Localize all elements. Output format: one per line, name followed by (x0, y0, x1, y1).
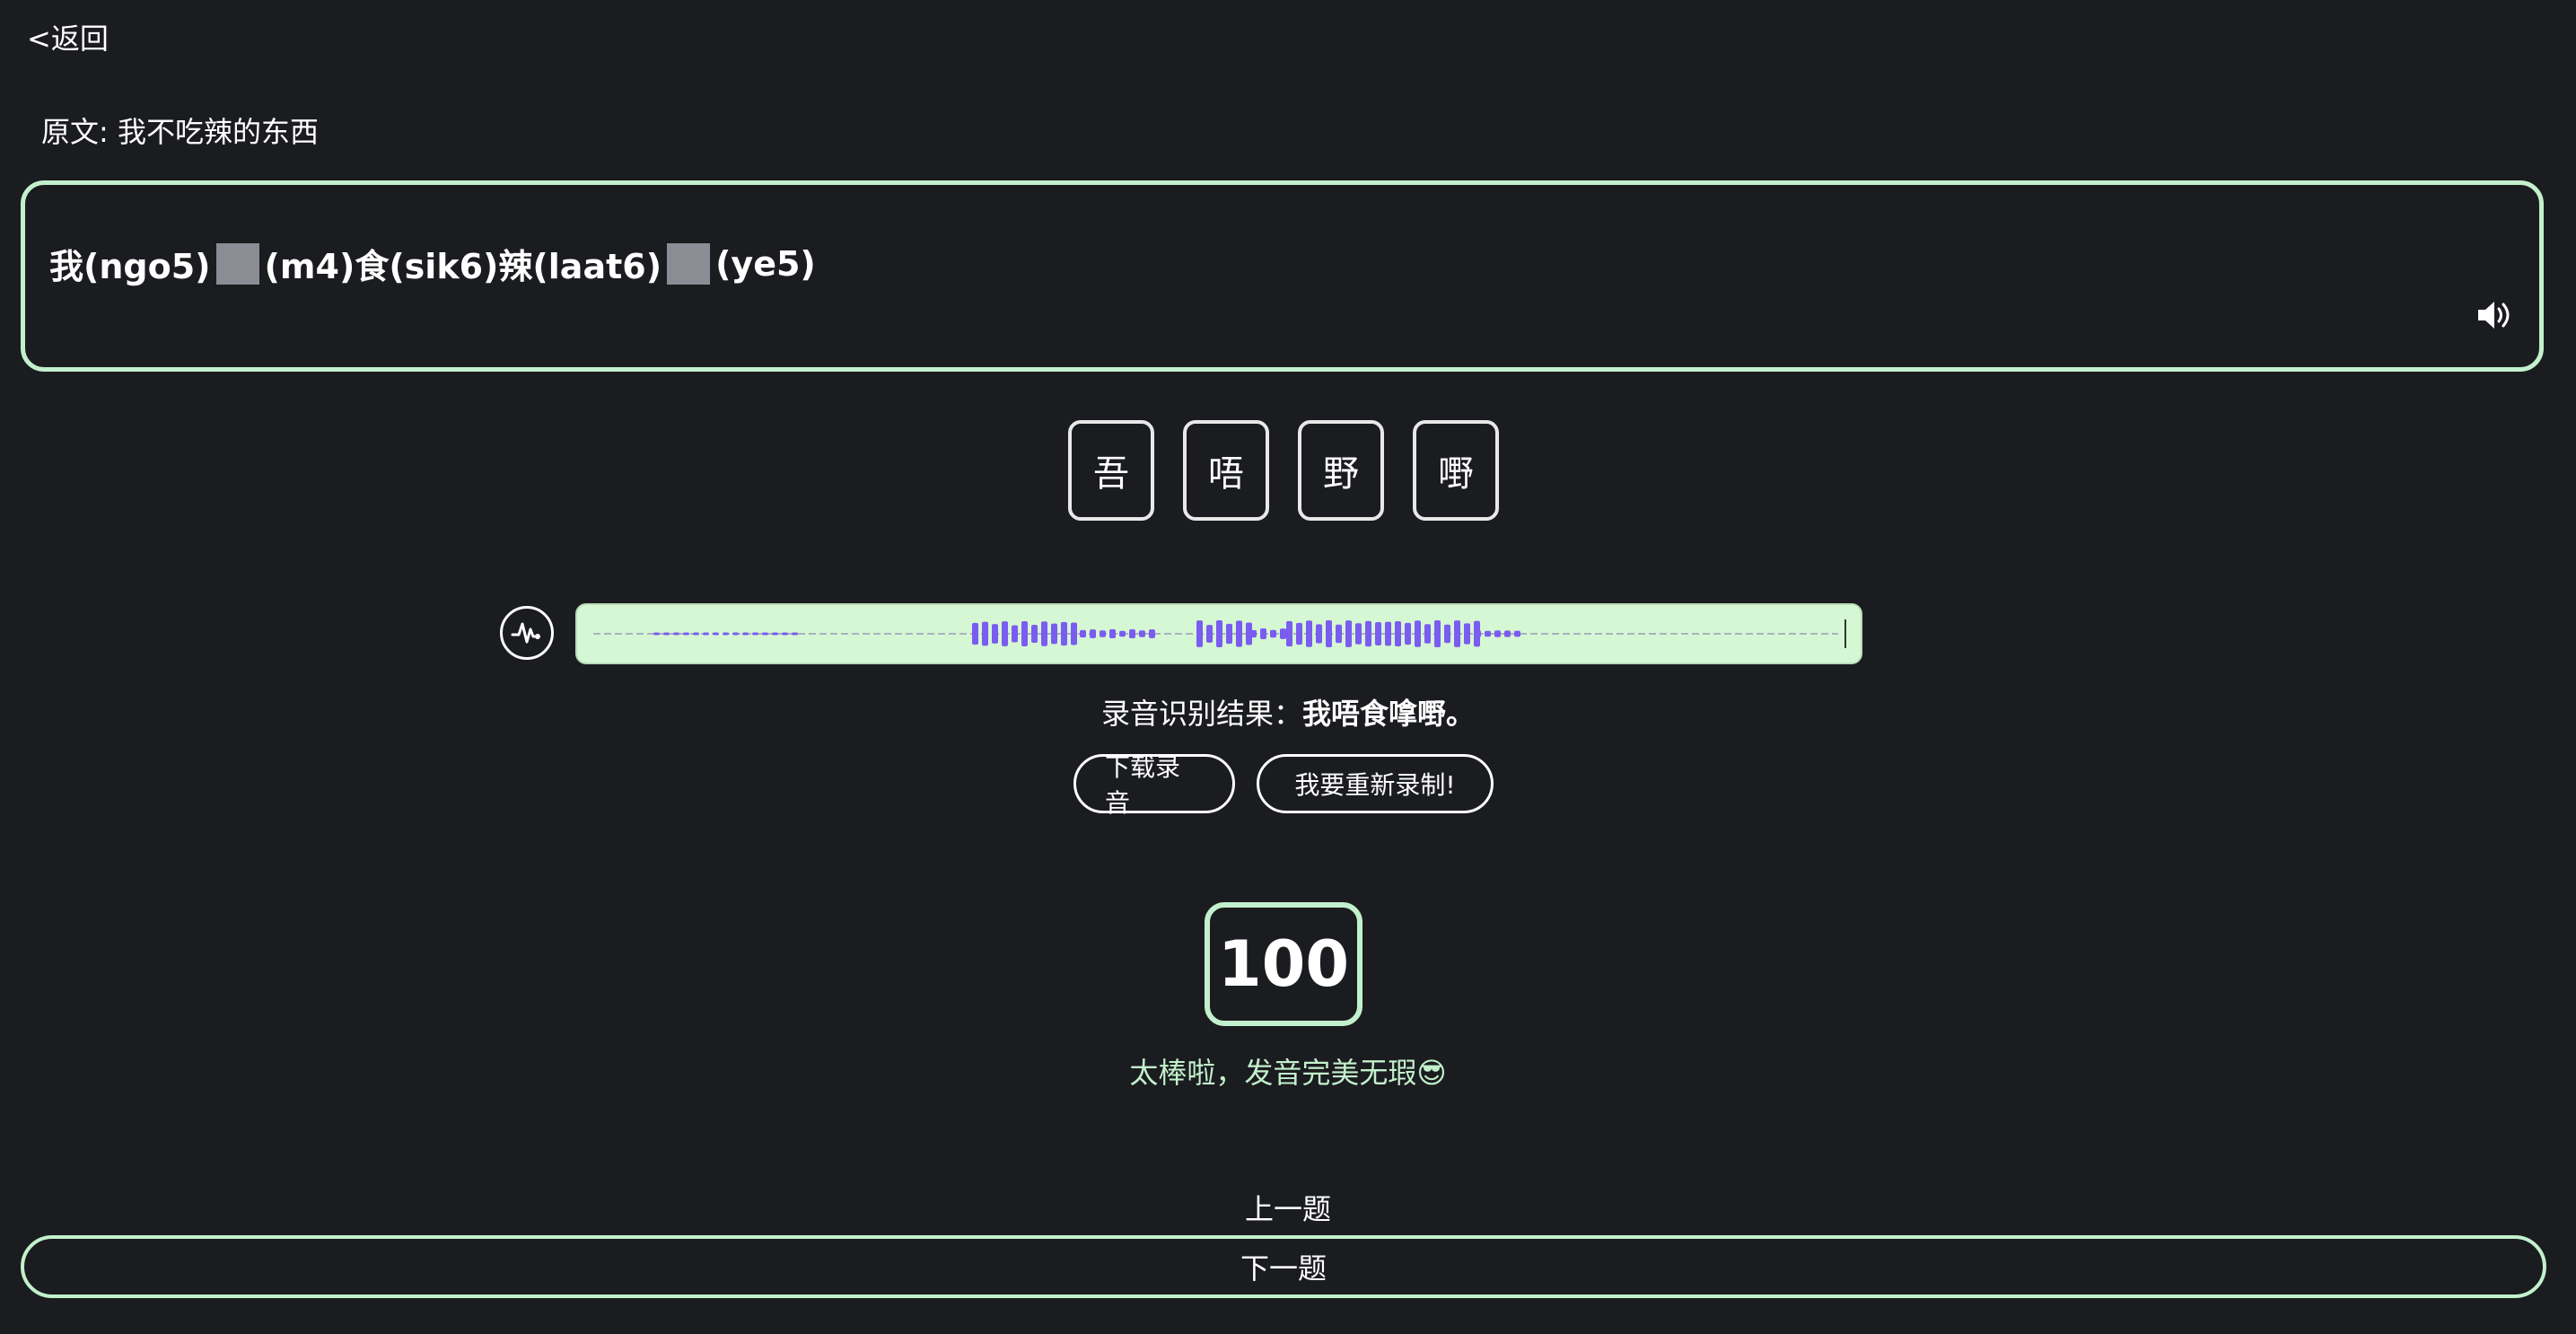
waveform-bar-67 (1504, 630, 1511, 637)
waveform-bar-26 (1080, 629, 1086, 638)
waveform-bar-48 (1326, 620, 1332, 647)
waveform-bar-9 (742, 632, 749, 636)
waveform-bar-22 (1041, 621, 1047, 646)
waveform-bar-18 (1002, 621, 1008, 646)
waveform-bar-56 (1405, 622, 1411, 645)
audio-waveform-player[interactable] (575, 603, 1862, 664)
waveform-bar-49 (1336, 624, 1342, 644)
waveform-bar-21 (1031, 624, 1038, 644)
waveform-bar-13 (782, 632, 788, 636)
waveform-bar-25 (1071, 622, 1077, 645)
waveform-bar-28 (1100, 630, 1106, 637)
waveform-bar-5 (703, 632, 709, 636)
waveform-bar-61 (1454, 620, 1460, 647)
waveform-bar-23 (1051, 623, 1057, 645)
waveform-bar-46 (1306, 620, 1312, 647)
option-button[interactable]: 吾 (1068, 420, 1154, 521)
recognition-result: 录音识别结果：我唔食嗱嘢。 (0, 691, 2576, 733)
waveform-bar-41 (1260, 628, 1266, 639)
rerecord-button[interactable]: 我要重新录制! (1257, 754, 1494, 813)
sentence-part-2: (m4)食(sik6)辣(laat6) (264, 247, 662, 286)
waveform-bar-47 (1316, 624, 1322, 644)
option-button[interactable]: 野 (1298, 420, 1384, 521)
option-list: 吾 唔 野 嘢 (1068, 420, 1499, 521)
waveform-bar-34 (1196, 620, 1203, 647)
waveform-bar-0 (653, 632, 660, 636)
waveform-bar-19 (1012, 625, 1018, 643)
waveform-bar-33 (1149, 629, 1155, 638)
sentence: 我(ngo5) (m4)食(sik6)辣(laat6) (ye5) (49, 239, 816, 288)
waveform-bar-59 (1434, 620, 1441, 647)
waveform-bar-64 (1475, 630, 1481, 637)
waveform-bar-2 (673, 632, 679, 636)
waveform-bar-68 (1514, 630, 1520, 637)
waveform-bar-6 (713, 632, 719, 636)
waveform-bar-42 (1270, 629, 1276, 638)
waveform-bar-36 (1216, 620, 1222, 647)
speaker-icon[interactable] (2475, 297, 2514, 333)
blank-slot-2[interactable] (667, 242, 711, 285)
waveform-bar-8 (732, 632, 739, 636)
waveform-bar-65 (1485, 630, 1491, 637)
previous-question-button[interactable]: 上一题 (0, 1187, 2576, 1228)
waveform-bar-31 (1129, 629, 1135, 638)
waveform-bar-45 (1296, 622, 1302, 645)
waveform-bar-38 (1236, 620, 1242, 647)
waveform-bar-54 (1385, 621, 1391, 646)
sentence-part-1: 我(ngo5) (49, 247, 211, 286)
result-value: 我唔食嗱嘢。 (1302, 697, 1476, 731)
waveform-bar-30 (1119, 630, 1126, 637)
waveform-bar-24 (1061, 621, 1067, 646)
waveform-bar-11 (762, 632, 768, 636)
back-link[interactable]: <返回 (27, 16, 109, 57)
option-button[interactable]: 唔 (1183, 420, 1269, 521)
score-badge: 100 (1205, 902, 1362, 1026)
option-button[interactable]: 嘢 (1413, 420, 1499, 521)
next-question-button[interactable]: 下一题 (21, 1235, 2546, 1298)
waveform-bar-37 (1226, 623, 1232, 645)
waveform-bar-52 (1365, 620, 1371, 647)
waveform-bar-32 (1139, 630, 1145, 637)
blank-slot-1[interactable] (215, 242, 259, 285)
waveform-bar-10 (752, 632, 758, 636)
waveform-bar-60 (1444, 624, 1450, 644)
original-text: 原文: 我不吃辣的东西 (41, 115, 319, 149)
waveform-bar-27 (1090, 629, 1096, 638)
waveform-bar-1 (663, 632, 670, 636)
waveform-bar-4 (693, 632, 699, 636)
waveform-bar-58 (1424, 624, 1431, 644)
score-message: 太棒啦，发音完美无瑕😎 (1129, 1056, 1447, 1090)
recording-actions: 下载录音 我要重新录制! (1073, 752, 1494, 818)
waveform-bar-35 (1206, 625, 1213, 643)
waveform-bar-40 (1250, 629, 1257, 638)
waveform-bar-16 (982, 621, 988, 646)
sentence-box: 我(ngo5) (m4)食(sik6)辣(laat6) (ye5) (21, 180, 2544, 372)
result-label: 录音识别结果： (1100, 697, 1302, 731)
waveform-graphic (593, 619, 1846, 648)
waveform-bar-44 (1286, 620, 1292, 647)
waveform-bar-57 (1415, 620, 1421, 647)
waveform-bar-7 (723, 632, 729, 636)
waveform-bar-15 (972, 622, 978, 645)
waveform-bar-51 (1355, 623, 1362, 645)
waveform-bar-12 (772, 632, 778, 636)
waveform-bar-43 (1280, 628, 1286, 639)
waveform-bar-3 (683, 632, 689, 636)
page: <返回 原文: 我不吃辣的东西 我(ngo5) (m4)食(sik6)辣(laa… (0, 0, 2576, 1334)
waveform-bar-50 (1345, 620, 1352, 647)
waveform-bar-55 (1395, 620, 1401, 647)
waveform-bar-66 (1494, 630, 1501, 637)
waveform-bar-17 (992, 624, 998, 644)
waveform-icon[interactable] (500, 606, 554, 660)
waveform-bar-14 (792, 632, 798, 636)
sentence-part-3: (ye5) (715, 243, 816, 284)
waveform-bar-20 (1021, 621, 1028, 646)
waveform-bar-62 (1464, 623, 1470, 645)
download-recording-button[interactable]: 下载录音 (1073, 752, 1235, 818)
waveform-bar-53 (1375, 621, 1381, 646)
waveform-bar-29 (1109, 629, 1116, 638)
